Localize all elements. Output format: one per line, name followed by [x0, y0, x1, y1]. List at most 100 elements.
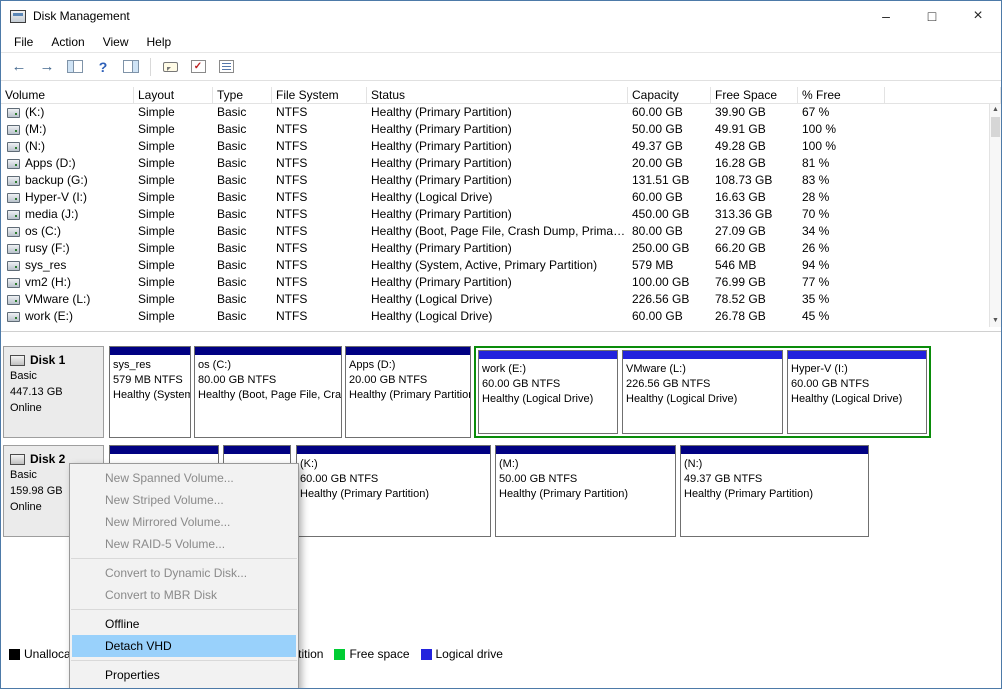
cell-capacity: 450.00 GB: [628, 206, 711, 223]
menu-separator: [71, 609, 297, 610]
cell-file-system: NTFS: [272, 138, 367, 155]
cell-layout: Simple: [134, 138, 213, 155]
partition-m[interactable]: (M:) 50.00 GB NTFS Healthy (Primary Part…: [495, 445, 676, 537]
table-row[interactable]: (N:) Simple Basic NTFS Healthy (Primary …: [1, 138, 1001, 155]
cell-file-system: NTFS: [272, 257, 367, 274]
scroll-up-icon[interactable]: [990, 104, 1001, 116]
menu-item-detach-vhd[interactable]: Detach VHD: [72, 635, 296, 657]
cell-pct-free: 100 %: [798, 138, 885, 155]
menu-item-properties[interactable]: Properties: [72, 664, 296, 686]
minimize-button[interactable]: –: [863, 1, 909, 31]
partition-k[interactable]: (K:) 60.00 GB NTFS Healthy (Primary Part…: [296, 445, 491, 537]
cell-pct-free: 67 %: [798, 104, 885, 121]
table-row[interactable]: backup (G:) Simple Basic NTFS Healthy (P…: [1, 172, 1001, 189]
list-view-icon: [219, 60, 234, 73]
partition-hyperv-i[interactable]: Hyper-V (I:) 60.00 GB NTFS Healthy (Logi…: [787, 350, 927, 434]
menu-action[interactable]: Action: [42, 31, 93, 53]
cell-pct-free: 26 %: [798, 240, 885, 257]
table-row[interactable]: rusy (F:) Simple Basic NTFS Healthy (Pri…: [1, 240, 1001, 257]
table-row[interactable]: (M:) Simple Basic NTFS Healthy (Primary …: [1, 121, 1001, 138]
cell-status: Healthy (Primary Partition): [367, 274, 628, 291]
console-tree-button[interactable]: [63, 55, 87, 79]
cell-capacity: 60.00 GB: [628, 104, 711, 121]
menu-item-offline[interactable]: Offline: [72, 613, 296, 635]
partition-apps-d[interactable]: Apps (D:) 20.00 GB NTFS Healthy (Primary…: [345, 346, 471, 438]
partition-color-strip: [681, 446, 868, 454]
help-button[interactable]: ?: [91, 55, 115, 79]
menu-help[interactable]: Help: [138, 31, 181, 53]
cell-status: Healthy (Primary Partition): [367, 206, 628, 223]
col-status[interactable]: Status: [367, 87, 628, 104]
partition-color-strip: [195, 347, 341, 355]
col-pct-free[interactable]: % Free: [798, 87, 885, 104]
table-row[interactable]: work (E:) Simple Basic NTFS Healthy (Log…: [1, 308, 1001, 325]
cell-capacity: 60.00 GB: [628, 308, 711, 325]
back-button[interactable]: ←: [7, 55, 31, 79]
table-row[interactable]: VMware (L:) Simple Basic NTFS Healthy (L…: [1, 291, 1001, 308]
partition-n[interactable]: (N:) 49.37 GB NTFS Healthy (Primary Part…: [680, 445, 869, 537]
col-file-system[interactable]: File System: [272, 87, 367, 104]
col-filler: [885, 87, 1001, 104]
cell-layout: Simple: [134, 240, 213, 257]
cell-type: Basic: [213, 257, 272, 274]
table-row[interactable]: vm2 (H:) Simple Basic NTFS Healthy (Prim…: [1, 274, 1001, 291]
cell-free-space: 16.63 GB: [711, 189, 798, 206]
table-row[interactable]: os (C:) Simple Basic NTFS Healthy (Boot,…: [1, 223, 1001, 240]
verify-button[interactable]: ✓: [186, 55, 210, 79]
cell-volume: (K:): [1, 104, 134, 121]
cell-layout: Simple: [134, 104, 213, 121]
maximize-button[interactable]: □: [909, 1, 955, 31]
cell-file-system: NTFS: [272, 104, 367, 121]
col-free-space[interactable]: Free Space: [711, 87, 798, 104]
table-row[interactable]: sys_res Simple Basic NTFS Healthy (Syste…: [1, 257, 1001, 274]
cell-status: Healthy (Primary Partition): [367, 155, 628, 172]
cell-pct-free: 28 %: [798, 189, 885, 206]
cell-type: Basic: [213, 172, 272, 189]
cell-layout: Simple: [134, 155, 213, 172]
partition-sys-res[interactable]: sys_res 579 MB NTFS Healthy (System, Act…: [109, 346, 191, 438]
partition-os-c[interactable]: os (C:) 80.00 GB NTFS Healthy (Boot, Pag…: [194, 346, 342, 438]
cell-capacity: 49.37 GB: [628, 138, 711, 155]
cell-volume: VMware (L:): [1, 291, 134, 308]
scrollbar-thumb[interactable]: [991, 117, 1000, 137]
partition-vmware-l[interactable]: VMware (L:) 226.56 GB NTFS Healthy (Logi…: [622, 350, 783, 434]
menu-item-new-mirrored-volume: New Mirrored Volume...: [72, 511, 296, 533]
forward-button[interactable]: →: [35, 55, 59, 79]
caption-buttons: – □ ×: [863, 1, 1001, 31]
cell-layout: Simple: [134, 206, 213, 223]
table-row[interactable]: Hyper-V (I:) Simple Basic NTFS Healthy (…: [1, 189, 1001, 206]
menu-file[interactable]: File: [5, 31, 42, 53]
table-row[interactable]: Apps (D:) Simple Basic NTFS Healthy (Pri…: [1, 155, 1001, 172]
cell-status: Healthy (Primary Partition): [367, 240, 628, 257]
partition-work-e[interactable]: work (E:) 60.00 GB NTFS Healthy (Logical…: [478, 350, 618, 434]
cell-file-system: NTFS: [272, 291, 367, 308]
menu-item-new-raid5-volume: New RAID-5 Volume...: [72, 533, 296, 555]
col-capacity[interactable]: Capacity: [628, 87, 711, 104]
cell-free-space: 16.28 GB: [711, 155, 798, 172]
disk-panel-disk1[interactable]: Disk 1 Basic 447.13 GB Online: [3, 346, 104, 438]
close-button[interactable]: ×: [955, 1, 1001, 31]
partition-color-strip: [496, 446, 675, 454]
col-type[interactable]: Type: [213, 87, 272, 104]
cell-type: Basic: [213, 274, 272, 291]
drive-icon: [7, 261, 20, 271]
col-volume[interactable]: Volume: [1, 87, 134, 104]
console-tree-icon: [67, 60, 83, 73]
drive-icon: [7, 142, 20, 152]
logical-drive-swatch-icon: [421, 649, 432, 660]
cell-file-system: NTFS: [272, 206, 367, 223]
comment-button[interactable]: [158, 55, 182, 79]
menu-view[interactable]: View: [94, 31, 138, 53]
vertical-scrollbar[interactable]: [989, 104, 1001, 327]
action-pane-button[interactable]: [119, 55, 143, 79]
col-layout[interactable]: Layout: [134, 87, 213, 104]
toolbar-separator: [150, 58, 151, 76]
scroll-down-icon[interactable]: [990, 315, 1001, 327]
list-view-button[interactable]: [214, 55, 238, 79]
table-row[interactable]: media (J:) Simple Basic NTFS Healthy (Pr…: [1, 206, 1001, 223]
verify-icon: ✓: [191, 60, 206, 73]
menu-separator: [71, 558, 297, 559]
cell-capacity: 250.00 GB: [628, 240, 711, 257]
table-row[interactable]: (K:) Simple Basic NTFS Healthy (Primary …: [1, 104, 1001, 121]
cell-type: Basic: [213, 155, 272, 172]
